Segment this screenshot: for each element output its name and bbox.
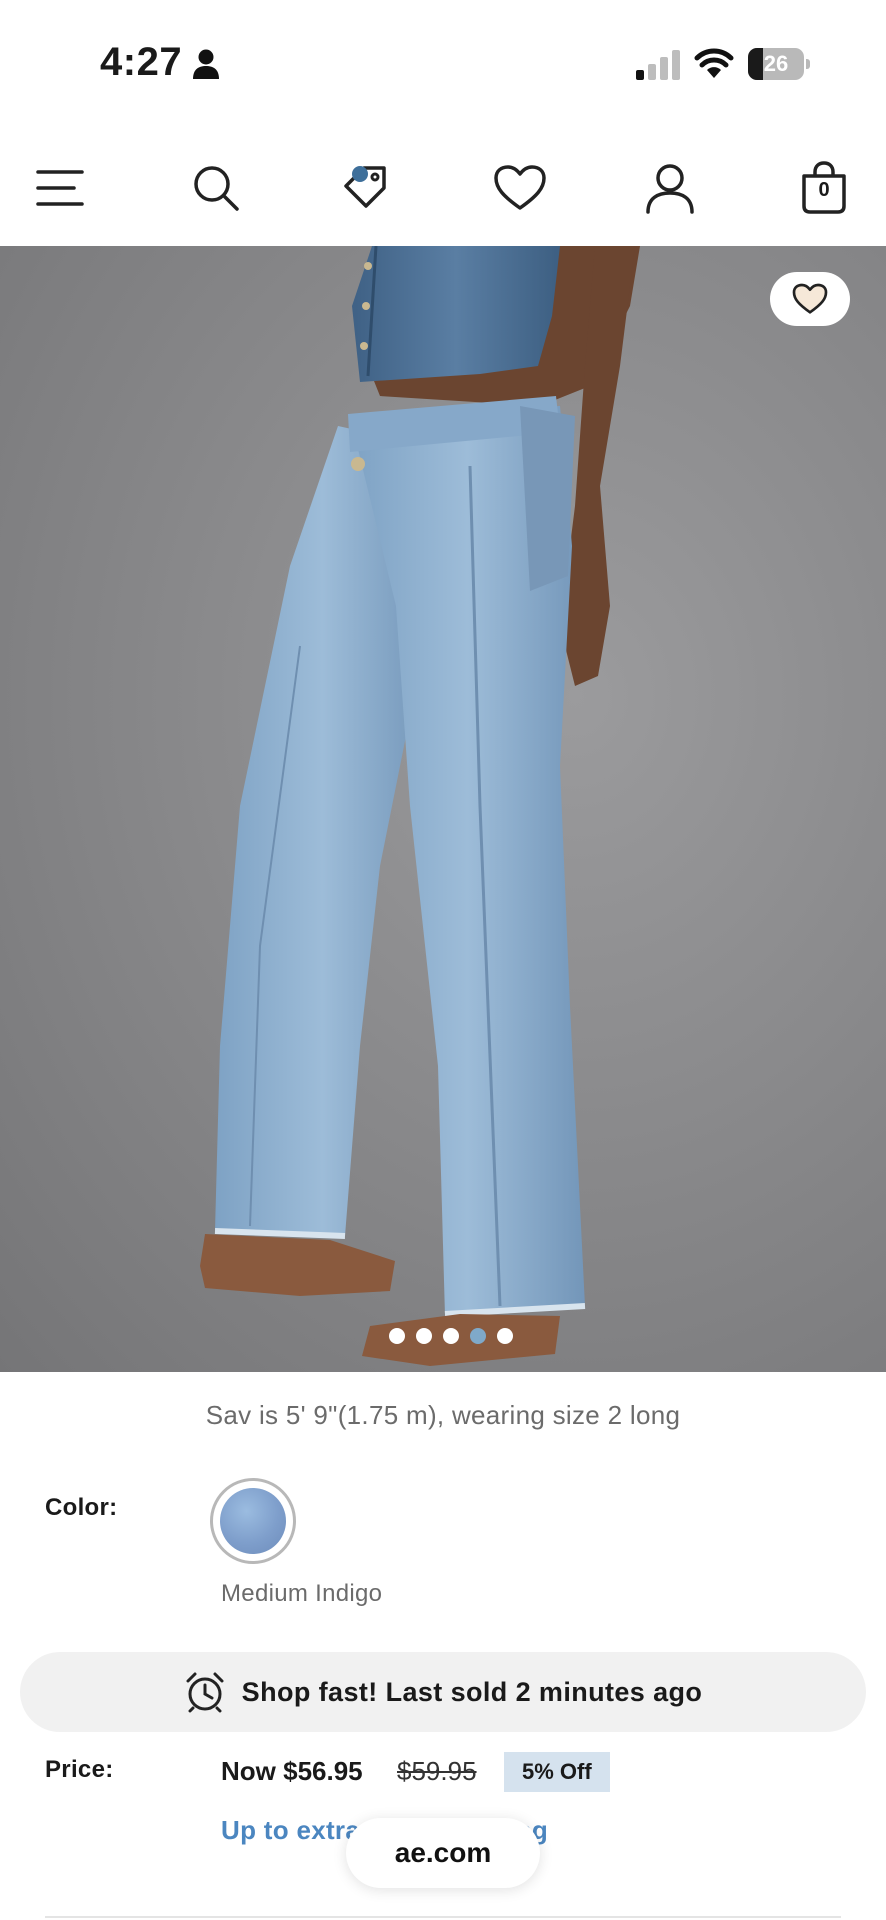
carousel-dot[interactable] xyxy=(416,1328,432,1344)
menu-icon xyxy=(36,170,84,206)
product-photo xyxy=(200,246,640,1366)
color-label: Color: xyxy=(45,1494,118,1521)
browser-url-bar[interactable]: ae.com xyxy=(346,1818,540,1888)
wifi-icon xyxy=(694,48,734,78)
carousel-dot[interactable] xyxy=(497,1328,513,1344)
model-size-caption: Sav is 5' 9"(1.75 m), wearing size 2 lon… xyxy=(205,1400,681,1430)
account-button[interactable] xyxy=(638,156,702,220)
url-text: ae.com xyxy=(394,1837,492,1868)
discount-badge: 5% Off xyxy=(504,1752,610,1792)
carousel-dot[interactable] xyxy=(470,1328,486,1344)
deals-button[interactable] xyxy=(334,156,398,220)
person-icon xyxy=(193,49,219,79)
add-to-favorites-button[interactable] xyxy=(770,272,850,326)
current-price: Now $56.95 xyxy=(221,1756,363,1786)
original-price: $59.95 xyxy=(397,1756,477,1786)
account-icon xyxy=(646,164,694,214)
product-image-carousel[interactable] xyxy=(0,246,886,1372)
section-divider xyxy=(45,1916,841,1918)
carousel-pagination xyxy=(0,1328,886,1348)
swatch-fill xyxy=(220,1488,286,1554)
bag-count: 0 xyxy=(818,179,830,201)
alarm-clock-icon xyxy=(186,1672,224,1713)
carousel-dot[interactable] xyxy=(443,1328,459,1344)
carousel-dot[interactable] xyxy=(389,1328,405,1344)
urgency-banner: Shop fast! Last sold 2 minutes ago xyxy=(20,1652,866,1732)
status-bar: 4:27 26 xyxy=(0,0,886,132)
top-nav-bar: 0 xyxy=(0,132,886,246)
price-label: Price: xyxy=(45,1756,114,1783)
selected-color-name: Medium Indigo xyxy=(221,1580,383,1607)
status-time: 4:27 xyxy=(100,40,183,84)
notification-dot xyxy=(352,166,368,182)
menu-button[interactable] xyxy=(28,156,92,220)
heart-icon xyxy=(494,165,546,210)
battery-level: 26 xyxy=(763,51,789,76)
heart-icon xyxy=(792,283,828,314)
bag-button[interactable]: 0 xyxy=(792,156,856,220)
search-icon xyxy=(194,166,239,211)
battery-indicator: 26 xyxy=(748,48,810,80)
favorites-button[interactable] xyxy=(488,156,552,220)
cellular-signal-icon xyxy=(636,50,680,80)
color-swatch-medium-indigo[interactable] xyxy=(210,1478,296,1564)
urgency-text: Shop fast! Last sold 2 minutes ago xyxy=(241,1676,703,1707)
search-button[interactable] xyxy=(184,156,248,220)
